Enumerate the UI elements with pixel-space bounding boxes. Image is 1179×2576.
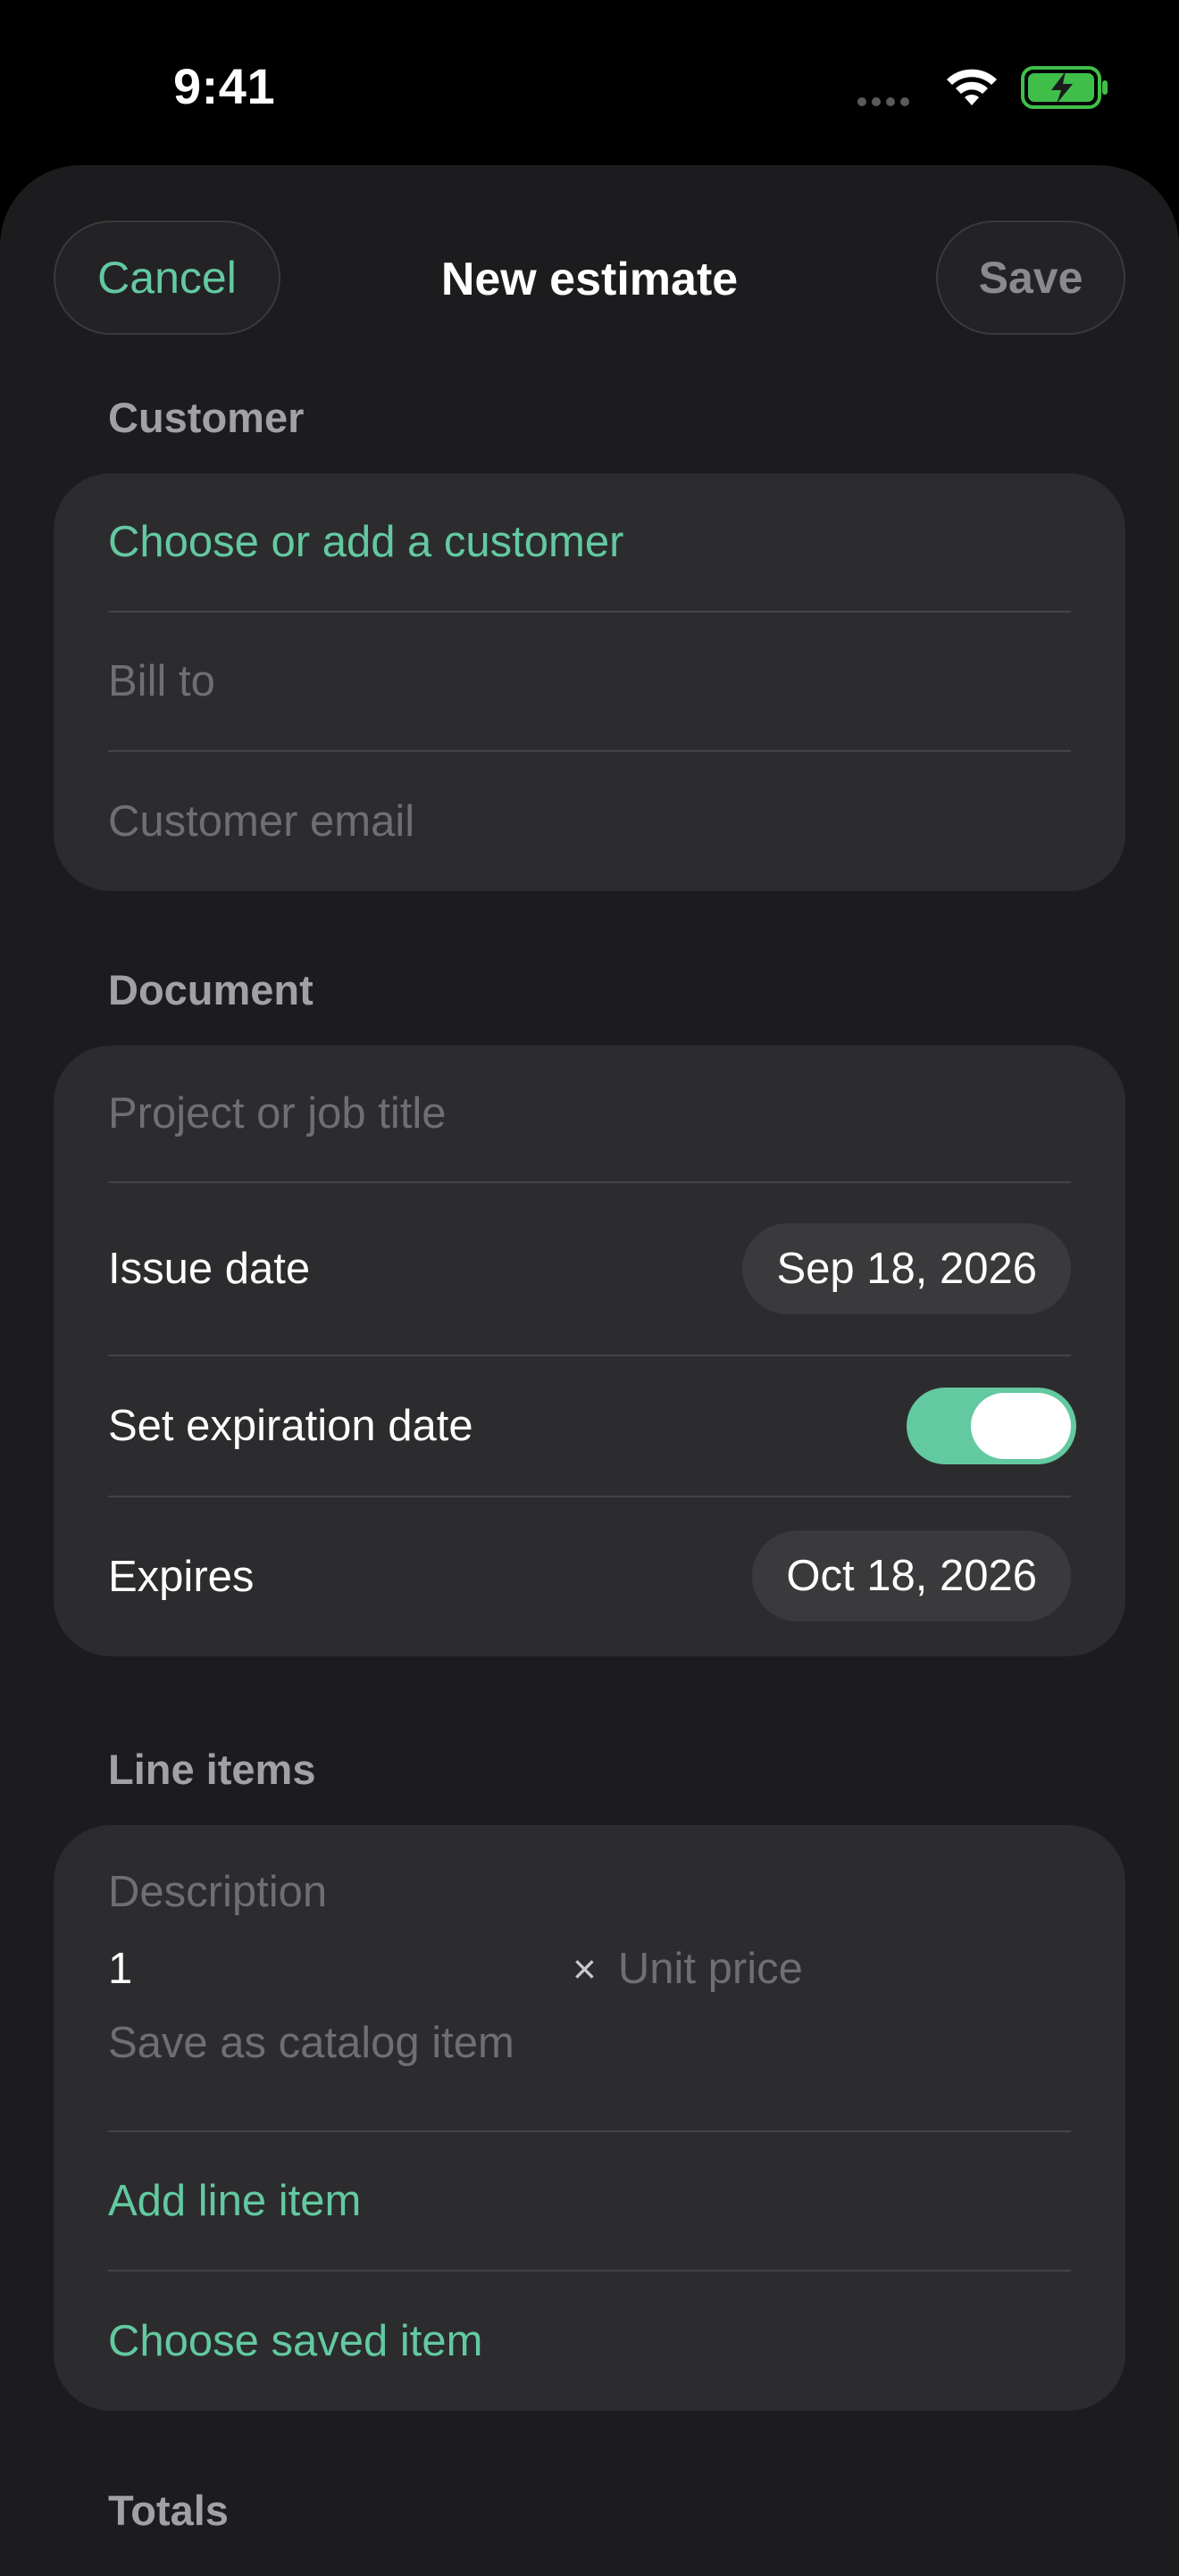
quantity-field[interactable]: 1 bbox=[108, 1944, 573, 1994]
document-section-label: Document bbox=[108, 966, 314, 1013]
save-catalog-option[interactable]: Save as catalog item bbox=[108, 2011, 1071, 2075]
wifi-icon bbox=[943, 66, 1000, 113]
line-items-section-label: Line items bbox=[108, 1746, 316, 1793]
cellular-signal-icon bbox=[857, 95, 915, 111]
status-icons bbox=[857, 63, 1179, 113]
issue-date-label: Issue date bbox=[108, 1245, 311, 1293]
unit-price-field[interactable]: Unit price bbox=[618, 1944, 803, 1994]
choose-saved-item-button[interactable]: Choose saved item bbox=[108, 2272, 1071, 2411]
battery-charging-icon bbox=[1021, 66, 1110, 113]
save-catalog-label: Save as catalog item bbox=[108, 2019, 514, 2067]
add-line-item-label: Add line item bbox=[108, 2177, 362, 2225]
choose-customer-button[interactable]: Choose or add a customer bbox=[108, 473, 1071, 611]
add-line-item-button[interactable]: Add line item bbox=[108, 2132, 1071, 2270]
toggle-knob bbox=[971, 1393, 1071, 1459]
line-items-card: Description 1 × Unit price Save as catal… bbox=[54, 1825, 1125, 2411]
project-title-field[interactable]: Project or job title bbox=[108, 1046, 1071, 1181]
save-button[interactable]: Save bbox=[936, 221, 1125, 335]
expiration-toggle[interactable] bbox=[907, 1388, 1076, 1464]
multiply-icon: × bbox=[573, 1946, 597, 1992]
status-time: 9:41 bbox=[173, 58, 276, 114]
new-estimate-sheet: Cancel New estimate Save Customer Choose… bbox=[0, 165, 1179, 2576]
choose-saved-item-label: Choose saved item bbox=[108, 2317, 483, 2365]
bill-to-field[interactable]: Bill to bbox=[108, 613, 1071, 750]
totals-section-label: Totals bbox=[108, 2487, 229, 2534]
project-title-placeholder: Project or job title bbox=[108, 1089, 447, 1138]
customer-email-field[interactable]: Customer email bbox=[108, 752, 1071, 891]
customer-email-placeholder: Customer email bbox=[108, 797, 415, 846]
description-placeholder: Description bbox=[108, 1868, 328, 1916]
quantity-price-row: 1 × Unit price bbox=[108, 1936, 1071, 2002]
description-field[interactable]: Description bbox=[108, 1861, 1071, 1923]
document-card: Project or job title Issue date Sep 18, … bbox=[54, 1046, 1125, 1656]
status-bar: 9:41 bbox=[0, 0, 1179, 165]
expiration-label: Set expiration date bbox=[108, 1402, 473, 1450]
customer-card: Choose or add a customer Bill to Custome… bbox=[54, 473, 1125, 891]
expires-label: Expires bbox=[108, 1553, 255, 1601]
choose-customer-label: Choose or add a customer bbox=[108, 518, 624, 566]
issue-date-picker[interactable]: Sep 18, 2026 bbox=[742, 1223, 1071, 1314]
customer-section-label: Customer bbox=[108, 394, 305, 441]
expires-date-picker[interactable]: Oct 18, 2026 bbox=[752, 1530, 1071, 1621]
bill-to-placeholder: Bill to bbox=[108, 657, 215, 705]
